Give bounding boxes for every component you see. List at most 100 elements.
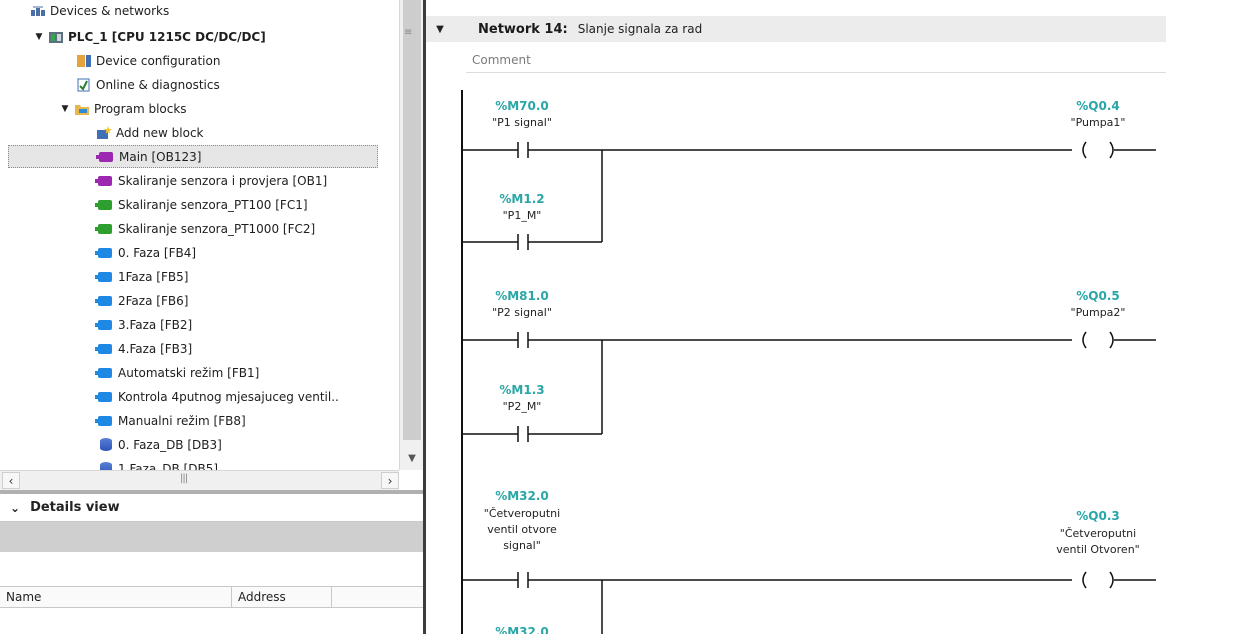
no-contact-icon[interactable] bbox=[517, 572, 529, 588]
fb-block-icon bbox=[95, 390, 114, 404]
scrollbar-grip-icon[interactable]: ||| bbox=[180, 473, 188, 484]
tree-item-plc[interactable]: ▼ PLC_1 [CPU 1215C DC/DC/DC] bbox=[34, 25, 399, 48]
contact-name-line-3[interactable]: signal" bbox=[503, 539, 541, 552]
tree-item-label: Skaliranje senzora i provjera [OB1] bbox=[118, 173, 328, 188]
add-block-icon bbox=[96, 125, 112, 140]
no-contact-icon[interactable] bbox=[517, 426, 529, 442]
tree-item-1faza-fb5[interactable]: 1Faza [FB5] bbox=[95, 265, 399, 288]
scrollbar-thumb[interactable] bbox=[403, 0, 421, 440]
tree-horizontal-scrollbar[interactable]: ‹ ||| › bbox=[0, 470, 399, 490]
tree-item-label: 1.Faza_DB [DB5] bbox=[118, 461, 219, 471]
no-contact-icon[interactable] bbox=[517, 234, 529, 250]
coil-address[interactable]: %Q0.5 bbox=[1076, 289, 1119, 303]
rung-1: %M70.0 "P1 signal" %Q0.4 "Pumpa1" %M1.2 … bbox=[462, 99, 1156, 250]
network-title: Network 14: bbox=[478, 21, 568, 37]
details-view-toolbar bbox=[0, 522, 423, 552]
contact-address[interactable]: %M81.0 bbox=[495, 289, 549, 303]
tree-item-label: Main [OB123] bbox=[119, 149, 202, 164]
column-header-address[interactable]: Address bbox=[232, 587, 332, 607]
db-icon bbox=[98, 461, 114, 470]
network-header[interactable]: ▼ Network 14: Slanje signala za rad bbox=[426, 16, 1166, 42]
details-view-header[interactable]: ⌄ Details view bbox=[0, 494, 423, 522]
parallel-contact-address[interactable]: %M1.2 bbox=[499, 192, 544, 206]
no-contact-icon[interactable] bbox=[517, 332, 529, 348]
ob-block-icon bbox=[95, 174, 114, 188]
tree-item-skaliranje-pt100-fc1[interactable]: Skaliranje senzora_PT100 [FC1] bbox=[95, 193, 399, 216]
coil-name[interactable]: "Pumpa1" bbox=[1071, 116, 1126, 129]
tree-item-4faza-fb3[interactable]: 4.Faza [FB3] bbox=[95, 337, 399, 360]
device-config-icon bbox=[76, 54, 92, 68]
tree-item-label: Device configuration bbox=[96, 53, 221, 68]
tree-item-label: Add new block bbox=[116, 125, 204, 140]
coil-icon[interactable] bbox=[1082, 571, 1114, 589]
contact-address[interactable]: %M32.0 bbox=[495, 489, 549, 503]
tree-item-label: 1Faza [FB5] bbox=[118, 269, 189, 284]
coil-icon[interactable] bbox=[1082, 331, 1114, 349]
tree-item-kontrola-4putnog[interactable]: Kontrola 4putnog mjesajuceg ventil.. bbox=[95, 385, 399, 408]
no-contact-icon[interactable] bbox=[517, 142, 529, 158]
tree-item-label: Program blocks bbox=[94, 101, 187, 116]
tree-item-label: Manualni režim [FB8] bbox=[118, 413, 246, 428]
network-description[interactable]: Slanje signala za rad bbox=[578, 22, 702, 36]
tree-item-label: Automatski režim [FB1] bbox=[118, 365, 260, 380]
tree-item-0-faza-fb4[interactable]: 0. Faza [FB4] bbox=[95, 241, 399, 264]
coil-address[interactable]: %Q0.3 bbox=[1076, 509, 1119, 523]
contact-name-line-2[interactable]: ventil otvore bbox=[487, 523, 557, 536]
tree-item-1faza-db5[interactable]: 1.Faza_DB [DB5] bbox=[98, 457, 399, 470]
tree-item-2faza-fb6[interactable]: 2Faza [FB6] bbox=[95, 289, 399, 312]
fb-block-icon bbox=[95, 246, 114, 260]
coil-name-line-2[interactable]: ventil Otvoren" bbox=[1056, 543, 1139, 556]
coil-address[interactable]: %Q0.4 bbox=[1076, 99, 1119, 113]
tree-item-main-ob123[interactable]: Main [OB123] bbox=[8, 145, 378, 168]
parallel-contact-address[interactable]: %M32.0 bbox=[495, 625, 549, 634]
chevron-down-icon[interactable]: ⌄ bbox=[10, 501, 20, 515]
folder-icon bbox=[74, 102, 90, 116]
parallel-contact-name[interactable]: "P1_M" bbox=[503, 209, 542, 222]
scroll-left-icon[interactable]: ‹ bbox=[2, 472, 20, 489]
coil-name-line-1[interactable]: "Četveroputni bbox=[1060, 527, 1136, 540]
tree-vertical-scrollbar[interactable]: ▼ bbox=[399, 0, 423, 470]
tree-item-3faza-fb2[interactable]: 3.Faza [FB2] bbox=[95, 313, 399, 336]
contact-name[interactable]: "P1 signal" bbox=[492, 116, 552, 129]
expand-arrow-icon[interactable]: ▼ bbox=[34, 32, 44, 42]
tree-item-0-faza-db3[interactable]: 0. Faza_DB [DB3] bbox=[98, 433, 399, 456]
scroll-down-icon[interactable]: ▼ bbox=[403, 450, 421, 468]
column-header-name[interactable]: Name bbox=[0, 587, 232, 607]
tree-item-skaliranje-pt1000-fc2[interactable]: Skaliranje senzora_PT1000 [FC2] bbox=[95, 217, 399, 240]
parallel-contact-name[interactable]: "P2_M" bbox=[503, 400, 542, 413]
fb-block-icon bbox=[95, 318, 114, 332]
scroll-right-icon[interactable]: › bbox=[381, 472, 399, 489]
ob-block-icon bbox=[96, 150, 115, 164]
contact-name[interactable]: "P2 signal" bbox=[492, 306, 552, 319]
contact-address[interactable]: %M70.0 bbox=[495, 99, 549, 113]
details-view-title: Details view bbox=[30, 500, 120, 515]
splitter-grip-icon[interactable]: ≡ bbox=[404, 27, 412, 38]
fc-block-icon bbox=[95, 198, 114, 212]
details-view-pane: ⌄ Details view Name Address bbox=[0, 494, 423, 634]
tree-item-label: 0. Faza [FB4] bbox=[118, 245, 197, 260]
contact-name-line-1[interactable]: "Četveroputni bbox=[484, 507, 560, 520]
tree-item-label: 3.Faza [FB2] bbox=[118, 317, 193, 332]
tree-item-add-new-block[interactable]: Add new block bbox=[96, 121, 399, 144]
tree-item-online-diagnostics[interactable]: Online & diagnostics bbox=[76, 73, 399, 96]
tree-item-label: Kontrola 4putnog mjesajuceg ventil.. bbox=[118, 389, 339, 404]
tree-item-label: Devices & networks bbox=[50, 4, 170, 18]
online-diagnostics-icon bbox=[76, 78, 92, 92]
tree-item-automatski-rezim-fb1[interactable]: Automatski režim [FB1] bbox=[95, 361, 399, 384]
expand-arrow-icon[interactable]: ▼ bbox=[60, 104, 70, 114]
tree-item-manualni-rezim-fb8[interactable]: Manualni režim [FB8] bbox=[95, 409, 399, 432]
rung-3: %M32.0 "Četveroputni ventil otvore signa… bbox=[462, 489, 1156, 634]
tree-item-devices-networks[interactable]: Devices & networks bbox=[30, 2, 399, 20]
coil-icon[interactable] bbox=[1082, 141, 1114, 159]
parallel-contact-address[interactable]: %M1.3 bbox=[499, 383, 544, 397]
ladder-editor: ▼ Network 14: Slanje signala za rad Comm… bbox=[426, 0, 1245, 634]
ladder-diagram: %M70.0 "P1 signal" %Q0.4 "Pumpa1" %M1.2 … bbox=[461, 90, 1156, 634]
collapse-arrow-icon[interactable]: ▼ bbox=[426, 24, 454, 35]
network-comment-field[interactable]: Comment bbox=[466, 47, 1166, 73]
fb-block-icon bbox=[95, 294, 114, 308]
coil-name[interactable]: "Pumpa2" bbox=[1071, 306, 1126, 319]
tree-item-skaliranje-ob1[interactable]: Skaliranje senzora i provjera [OB1] bbox=[95, 169, 399, 192]
tree-item-label: PLC_1 [CPU 1215C DC/DC/DC] bbox=[68, 29, 266, 44]
tree-item-device-configuration[interactable]: Device configuration bbox=[76, 49, 399, 72]
tree-item-program-blocks[interactable]: ▼ Program blocks bbox=[60, 97, 399, 120]
